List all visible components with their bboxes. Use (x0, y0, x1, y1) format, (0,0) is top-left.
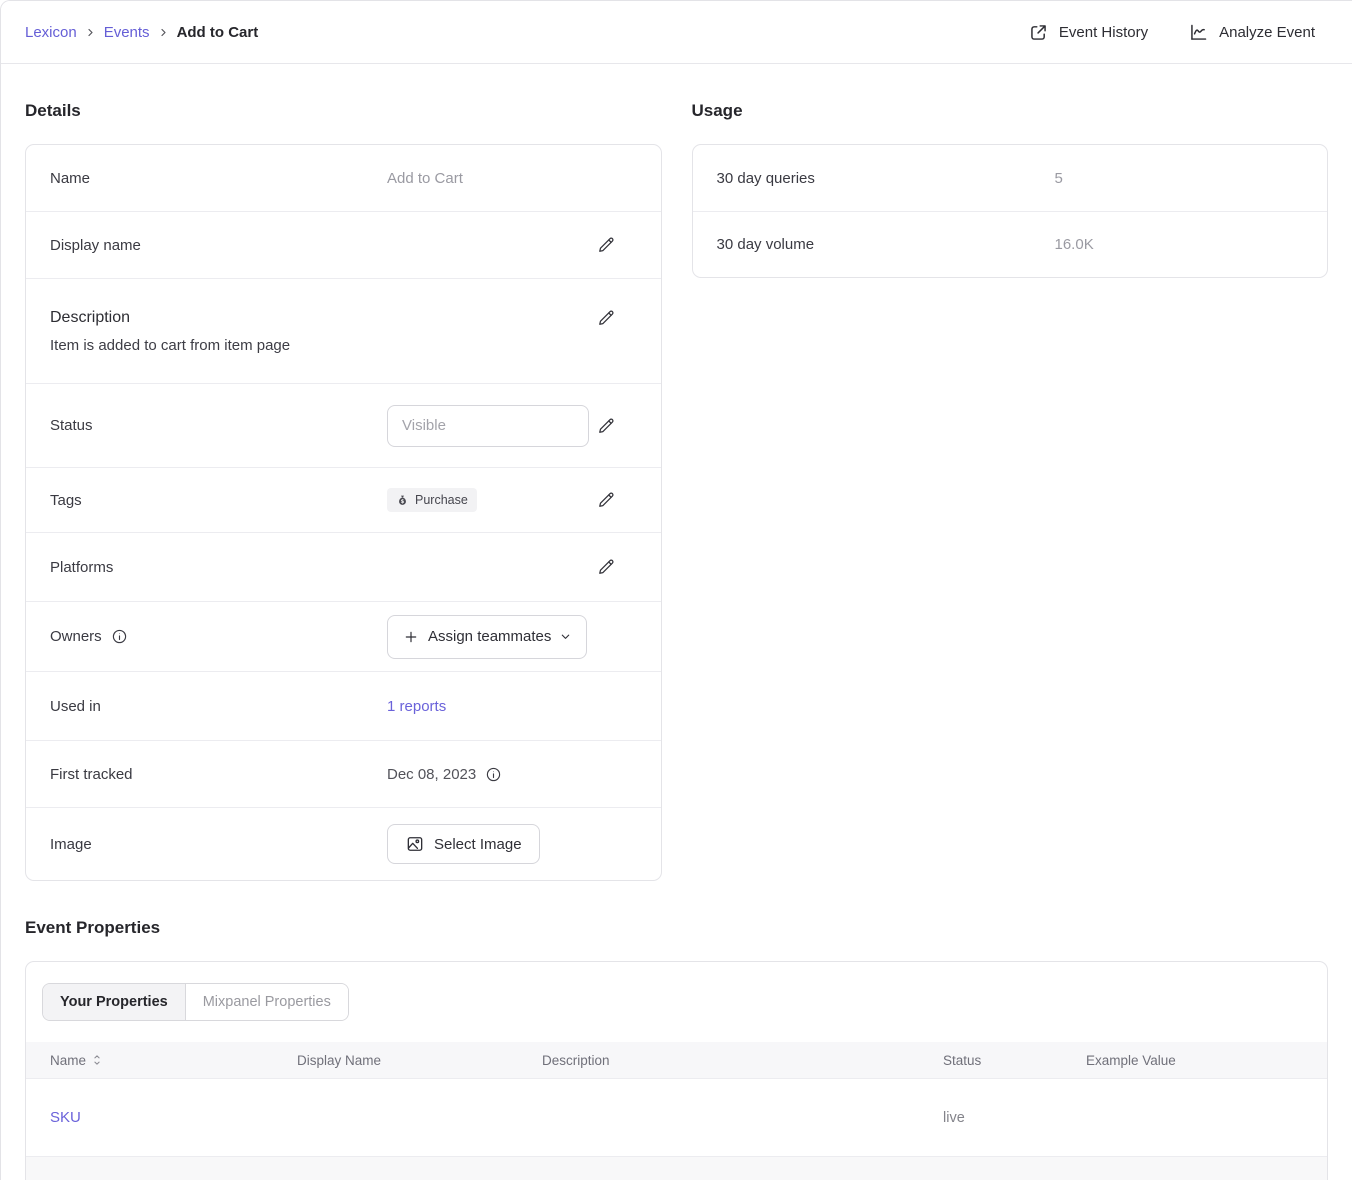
volume-label: 30 day volume (717, 236, 1055, 253)
name-label: Name (50, 170, 387, 187)
detail-row-first-tracked: First tracked Dec 08, 2023 (26, 740, 661, 807)
external-link-icon (1028, 22, 1049, 43)
analyze-event-label: Analyze Event (1219, 24, 1315, 41)
event-history-button[interactable]: Event History (1028, 22, 1148, 43)
detail-row-status: Status (26, 383, 661, 467)
usage-row-volume: 30 day volume 16.0K (693, 211, 1328, 277)
usage-section: Usage 30 day queries 5 30 day volume 16.… (692, 101, 1329, 278)
chevron-right-icon (86, 28, 95, 37)
properties-table-header: Name Display Name Description Status Exa… (26, 1042, 1327, 1078)
column-header-example-value[interactable]: Example Value (1086, 1053, 1303, 1068)
usage-card: 30 day queries 5 30 day volume 16.0K (692, 144, 1329, 278)
property-link[interactable]: SKU (50, 1109, 81, 1126)
topbar: Lexicon Events Add to Cart Event History (1, 1, 1352, 64)
info-icon[interactable] (485, 766, 502, 783)
sort-icon[interactable] (92, 1054, 102, 1066)
tag-chip-purchase[interactable]: $ Purchase (387, 488, 477, 512)
edit-tags-button[interactable] (596, 490, 616, 510)
owners-label: Owners (50, 628, 387, 645)
assign-teammates-button[interactable]: Assign teammates (387, 615, 587, 659)
used-in-reports-link[interactable]: 1 reports (387, 698, 446, 715)
status-input[interactable] (387, 405, 589, 447)
edit-platforms-button[interactable] (596, 557, 616, 577)
owners-label-text: Owners (50, 628, 102, 645)
details-section: Details Name Add to Cart Display name (25, 101, 662, 881)
name-value: Add to Cart (387, 170, 463, 187)
edit-description-button[interactable] (596, 308, 616, 328)
line-chart-icon (1188, 22, 1209, 43)
queries-label: 30 day queries (717, 170, 1055, 187)
status-label: Status (50, 417, 387, 434)
chevron-down-icon (560, 631, 571, 642)
money-bag-icon: $ (396, 494, 409, 507)
detail-row-used-in: Used in 1 reports (26, 671, 661, 740)
breadcrumb: Lexicon Events Add to Cart (25, 24, 258, 41)
pencil-icon (596, 416, 616, 436)
detail-row-description: Description Item is added to cart from i… (26, 278, 661, 383)
property-row-sku[interactable]: SKU live (26, 1078, 1327, 1156)
column-name-label: Name (50, 1053, 86, 1068)
properties-tabs-wrap: Your Properties Mixpanel Properties (26, 962, 1327, 1042)
pencil-icon (596, 490, 616, 510)
details-card: Name Add to Cart Display name (25, 144, 662, 881)
used-in-label: Used in (50, 698, 387, 715)
property-row-scroll[interactable]: Scroll % live (26, 1156, 1327, 1180)
pencil-icon (596, 557, 616, 577)
select-image-label: Select Image (434, 836, 522, 853)
usage-heading: Usage (692, 101, 1329, 121)
column-header-name[interactable]: Name (50, 1053, 297, 1068)
description-label: Description (50, 309, 130, 327)
column-header-description[interactable]: Description (542, 1053, 943, 1068)
image-icon (405, 834, 425, 854)
select-image-button[interactable]: Select Image (387, 824, 540, 864)
detail-row-owners: Owners Assign teammates (26, 601, 661, 671)
assign-teammates-label: Assign teammates (428, 628, 551, 645)
details-heading: Details (25, 101, 662, 121)
detail-row-display-name: Display name (26, 211, 661, 278)
platforms-label: Platforms (50, 559, 387, 576)
edit-status-button[interactable] (596, 416, 616, 436)
page-content: Details Name Add to Cart Display name (1, 64, 1352, 1180)
properties-tabs: Your Properties Mixpanel Properties (42, 983, 349, 1021)
breadcrumb-events[interactable]: Events (104, 24, 150, 41)
breadcrumb-current: Add to Cart (177, 24, 259, 41)
property-status: live (943, 1110, 1086, 1126)
plus-icon (403, 629, 419, 645)
analyze-event-button[interactable]: Analyze Event (1188, 22, 1315, 43)
event-properties-card: Your Properties Mixpanel Properties Name… (25, 961, 1328, 1180)
pencil-icon (596, 308, 616, 328)
display-name-label: Display name (50, 237, 387, 254)
info-icon[interactable] (111, 628, 128, 645)
usage-row-queries: 30 day queries 5 (693, 145, 1328, 211)
detail-row-platforms: Platforms (26, 532, 661, 601)
detail-row-tags: Tags $ Purchase (26, 467, 661, 532)
topbar-actions: Event History Analyze Event (1028, 22, 1315, 43)
edit-display-name-button[interactable] (596, 235, 616, 255)
column-header-display-name[interactable]: Display Name (297, 1053, 542, 1068)
detail-row-image: Image Select Image (26, 807, 661, 880)
volume-value: 16.0K (1055, 236, 1094, 253)
chevron-right-icon (159, 28, 168, 37)
queries-value: 5 (1055, 170, 1063, 187)
pencil-icon (596, 235, 616, 255)
tab-your-properties[interactable]: Your Properties (43, 984, 186, 1020)
description-value: Item is added to cart from item page (50, 337, 616, 354)
event-properties-heading: Event Properties (25, 918, 1328, 938)
app-window: Lexicon Events Add to Cart Event History (0, 0, 1352, 1180)
event-history-label: Event History (1059, 24, 1148, 41)
first-tracked-label: First tracked (50, 766, 387, 783)
detail-row-name: Name Add to Cart (26, 145, 661, 211)
first-tracked-value: Dec 08, 2023 (387, 766, 476, 783)
column-header-status[interactable]: Status (943, 1053, 1086, 1068)
tag-label: Purchase (415, 493, 468, 507)
image-label: Image (50, 836, 387, 853)
event-properties-section: Event Properties Your Properties Mixpane… (25, 918, 1328, 1180)
breadcrumb-lexicon[interactable]: Lexicon (25, 24, 77, 41)
tab-mixpanel-properties[interactable]: Mixpanel Properties (186, 984, 348, 1020)
tags-label: Tags (50, 492, 387, 509)
